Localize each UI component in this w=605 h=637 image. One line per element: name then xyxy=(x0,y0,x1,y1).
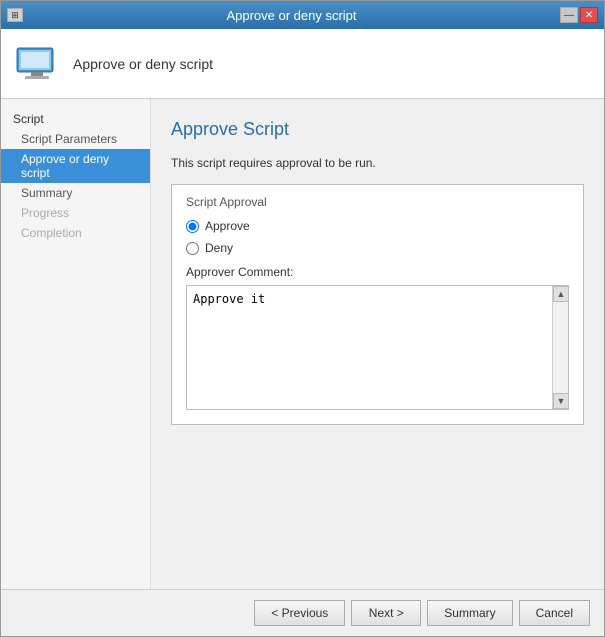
footer: < Previous Next > Summary Cancel xyxy=(1,589,604,636)
next-button[interactable]: Next > xyxy=(351,600,421,626)
approve-label[interactable]: Approve xyxy=(205,219,250,233)
summary-button[interactable]: Summary xyxy=(427,600,512,626)
comment-textarea-wrapper: ▲ ▼ xyxy=(186,285,569,410)
deny-radio-row[interactable]: Deny xyxy=(186,241,569,255)
header-icon xyxy=(13,40,61,88)
window-controls-left: ⊞ xyxy=(7,8,23,22)
cancel-button[interactable]: Cancel xyxy=(519,600,590,626)
script-approval-group: Script Approval Approve Deny Approver Co… xyxy=(171,184,584,425)
scroll-down-arrow[interactable]: ▼ xyxy=(553,393,569,409)
textarea-scrollbar: ▲ ▼ xyxy=(552,286,568,409)
close-button[interactable]: ✕ xyxy=(580,7,598,23)
main-area: Script Script Parameters Approve or deny… xyxy=(1,99,604,589)
approver-comment-textarea[interactable] xyxy=(187,286,568,406)
header-text: Approve or deny script xyxy=(73,56,213,72)
deny-label[interactable]: Deny xyxy=(205,241,233,255)
window: ⊞ Approve or deny script — ✕ Approve or … xyxy=(0,0,605,637)
group-box-label: Script Approval xyxy=(186,195,569,209)
minimize-button[interactable]: — xyxy=(560,7,578,23)
header-area: Approve or deny script xyxy=(1,29,604,99)
title-bar-controls: — ✕ xyxy=(560,7,598,23)
title-bar: ⊞ Approve or deny script — ✕ xyxy=(1,1,604,29)
content-area: Approve Script This script requires appr… xyxy=(151,99,604,589)
sidebar-item-summary[interactable]: Summary xyxy=(1,183,150,203)
deny-radio[interactable] xyxy=(186,242,199,255)
sidebar-item-script-parameters[interactable]: Script Parameters xyxy=(1,129,150,149)
sidebar-item-completion: Completion xyxy=(1,223,150,243)
description-text: This script requires approval to be run. xyxy=(171,156,584,170)
content-title: Approve Script xyxy=(171,119,584,140)
approve-radio[interactable] xyxy=(186,220,199,233)
window-icon: ⊞ xyxy=(7,8,23,22)
approve-radio-row[interactable]: Approve xyxy=(186,219,569,233)
sidebar-section-script: Script xyxy=(1,109,150,129)
sidebar-item-progress: Progress xyxy=(1,203,150,223)
previous-button[interactable]: < Previous xyxy=(254,600,345,626)
sidebar-item-approve-deny[interactable]: Approve or deny script xyxy=(1,149,150,183)
window-title: Approve or deny script xyxy=(23,8,560,23)
scroll-up-arrow[interactable]: ▲ xyxy=(553,286,569,302)
sidebar: Script Script Parameters Approve or deny… xyxy=(1,99,151,589)
approver-comment-label: Approver Comment: xyxy=(186,265,569,279)
